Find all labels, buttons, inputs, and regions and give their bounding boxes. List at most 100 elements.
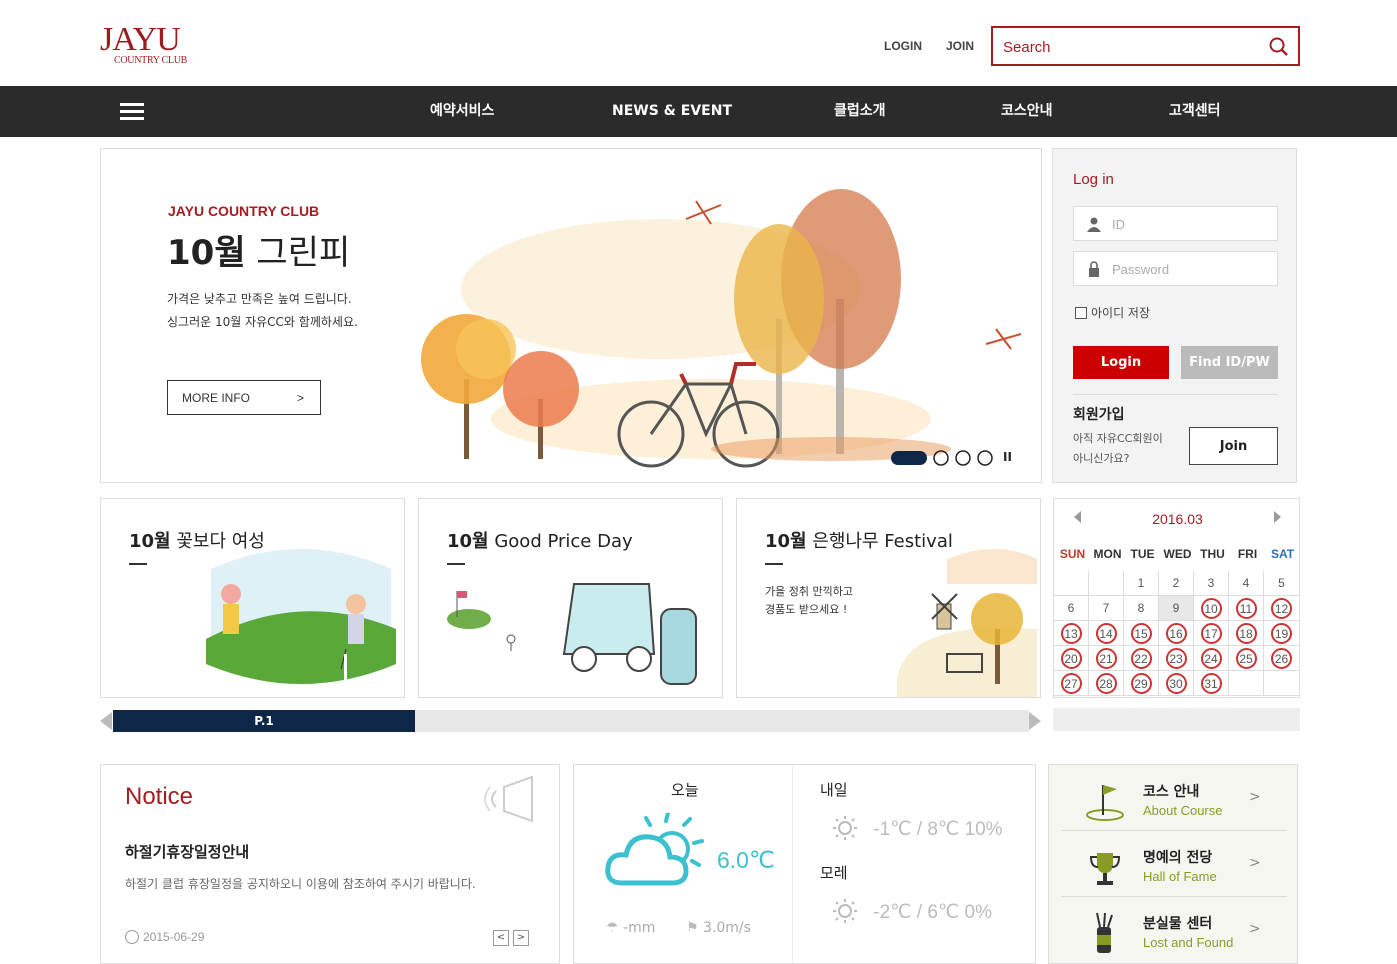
available-day-marker: 31 <box>1200 673 1222 694</box>
weather-day2-label: 모레 <box>820 864 848 882</box>
calendar-day[interactable]: 30 <box>1159 671 1194 696</box>
ginkgo-park-illustration <box>897 549 1037 697</box>
save-id-label: 아이디 저장 <box>1091 306 1151 320</box>
available-day-marker: 11 <box>1235 598 1257 619</box>
available-day-marker: 10 <box>1200 598 1222 619</box>
notice-prev-button[interactable]: < <box>493 930 509 946</box>
calendar-day[interactable]: 18 <box>1229 621 1264 646</box>
nav-item-course[interactable]: 코스안내 <box>1001 86 1053 137</box>
chevron-right-icon: > <box>296 391 304 405</box>
calendar-day[interactable]: 31 <box>1194 671 1229 696</box>
weather-wind: ⚑ 3.0m/s <box>686 920 751 936</box>
event-card-women[interactable]: 10월 꽃보다 여성 <box>100 498 405 698</box>
calendar-day[interactable]: 24 <box>1194 646 1229 671</box>
calendar-grid: 1 2 3 4 5 6 7 8 9 10 11 12 13 14 15 16 17 18 19 20 21 22 23 24 2… <box>1054 571 1301 699</box>
search-input[interactable] <box>1003 36 1263 58</box>
banner-desc-line2: 싱그러운 10월 자유CC와 함께하세요. <box>167 315 358 329</box>
pause-icon[interactable]: II <box>1003 450 1012 464</box>
calendar-day[interactable]: 22 <box>1124 646 1159 671</box>
nav-item-news-event[interactable]: NEWS & EVENT <box>612 86 732 137</box>
quick-link-course[interactable]: 코스 안내 About Course > <box>1061 767 1287 831</box>
calendar-day[interactable]: 25 <box>1229 646 1264 671</box>
join-link[interactable]: JOIN <box>946 39 974 53</box>
calendar-day[interactable]: 17 <box>1194 621 1229 646</box>
search-icon[interactable] <box>1268 36 1290 58</box>
card-title: 10월 Good Price Day <box>447 527 633 553</box>
calendar-prev-icon[interactable] <box>1074 511 1081 523</box>
calendar-day[interactable]: 12 <box>1264 596 1299 621</box>
password-field-box <box>1073 251 1278 286</box>
calendar-day[interactable]: 27 <box>1054 671 1089 696</box>
search-box <box>991 26 1300 66</box>
calendar-day[interactable]: 7 <box>1089 596 1124 621</box>
find-id-pw-button[interactable]: Find ID/PW <box>1181 346 1278 379</box>
calendar-day[interactable]: 26 <box>1264 646 1299 671</box>
available-day-marker: 12 <box>1271 598 1292 619</box>
calendar-day[interactable]: 13 <box>1054 621 1089 646</box>
login-button[interactable]: Login <box>1073 346 1169 379</box>
available-day-marker: 29 <box>1130 673 1152 694</box>
calendar-day[interactable]: 8 <box>1124 596 1159 621</box>
calendar-day[interactable]: 23 <box>1159 646 1194 671</box>
id-input[interactable] <box>1112 215 1262 233</box>
banner-title: 10월 그린피 <box>167 225 350 274</box>
notice-next-button[interactable]: > <box>513 930 529 946</box>
calendar-day[interactable]: 15 <box>1124 621 1159 646</box>
calendar-day[interactable]: 11 <box>1229 596 1264 621</box>
slide-dot-active <box>891 451 927 465</box>
card-underline <box>765 563 783 565</box>
weather-tomorrow-text: -1℃ / 8℃ 10% <box>873 819 1003 840</box>
weekday-thu: THU <box>1200 547 1225 561</box>
nav-item-customer[interactable]: 고객센터 <box>1169 86 1221 137</box>
chevron-right-icon: > <box>1249 921 1261 937</box>
notice-date: 2015-06-29 <box>125 930 204 944</box>
calendar-day[interactable]: 20 <box>1054 646 1089 671</box>
pager-active[interactable]: P.1 <box>113 710 415 732</box>
card-title-bold: 10월 <box>765 531 807 552</box>
calendar-day[interactable]: 2 <box>1159 571 1194 596</box>
quick-link-lost-found[interactable]: 분실물 센터 Lost and Found > <box>1061 899 1287 963</box>
pager-prev-icon[interactable] <box>100 712 112 730</box>
calendar-next-icon[interactable] <box>1274 511 1281 523</box>
nav-item-club[interactable]: 클럽소개 <box>834 86 886 137</box>
menu-icon[interactable] <box>120 103 144 121</box>
nav-item-reservation[interactable]: 예약서비스 <box>430 86 494 137</box>
save-id-checkbox[interactable] <box>1075 307 1087 319</box>
weather-wind-text: 3.0m/s <box>703 920 751 936</box>
weather-tomorrow-label: 내일 <box>820 781 848 799</box>
calendar-day[interactable]: 1 <box>1124 571 1159 596</box>
available-day-marker: 16 <box>1165 623 1187 644</box>
calendar-day[interactable]: 14 <box>1089 621 1124 646</box>
event-card-ginkgo[interactable]: 10월 은행나무 Festival 가을 정취 만끽하고 경품도 받으세요 ! <box>736 498 1041 698</box>
login-link[interactable]: LOGIN <box>884 39 922 53</box>
slide-indicator <box>891 450 993 466</box>
password-input[interactable] <box>1112 260 1262 278</box>
weather-panel: 오늘 6.0℃ ☂ -mm ⚑ 3.0m/s 내일 -1℃ / 8℃ 10% 모… <box>573 764 1036 964</box>
save-id-option[interactable]: 아이디 저장 <box>1075 304 1150 321</box>
calendar-day[interactable]: 6 <box>1054 596 1089 621</box>
calendar-day[interactable]: 16 <box>1159 621 1194 646</box>
calendar-day[interactable]: 4 <box>1229 571 1264 596</box>
calendar-day[interactable]: 3 <box>1194 571 1229 596</box>
weather-day2-text: -2℃ / 6℃ 0% <box>873 902 992 923</box>
event-card-good-price[interactable]: 10월 Good Price Day <box>418 498 723 698</box>
login-panel: Log in 아이디 저장 Login Find ID/PW 회원가입 아직 자… <box>1052 148 1297 483</box>
pager-next-icon[interactable] <box>1029 712 1041 730</box>
slide-dot <box>977 450 993 466</box>
calendar-day[interactable]: 19 <box>1264 621 1299 646</box>
more-info-button[interactable]: MORE INFO > <box>167 380 321 415</box>
join-button[interactable]: Join <box>1189 427 1278 465</box>
umbrella-icon: ☂ <box>606 920 619 936</box>
calendar-day[interactable]: 5 <box>1264 571 1299 596</box>
quick-link-hall-of-fame[interactable]: 명예의 전당 Hall of Fame > <box>1061 833 1287 897</box>
sun-icon <box>833 899 857 923</box>
notice-headline[interactable]: 하절기휴장일정안내 <box>125 841 249 862</box>
calendar-day[interactable]: 10 <box>1194 596 1229 621</box>
calendar-day[interactable]: 9 <box>1159 596 1194 621</box>
id-field-box <box>1073 206 1278 241</box>
calendar-day[interactable]: 29 <box>1124 671 1159 696</box>
card-underline <box>129 563 147 565</box>
calendar-day[interactable]: 28 <box>1089 671 1124 696</box>
calendar-day[interactable]: 21 <box>1089 646 1124 671</box>
site-logo[interactable]: JAYU COUNTRY CLUB <box>100 22 192 70</box>
